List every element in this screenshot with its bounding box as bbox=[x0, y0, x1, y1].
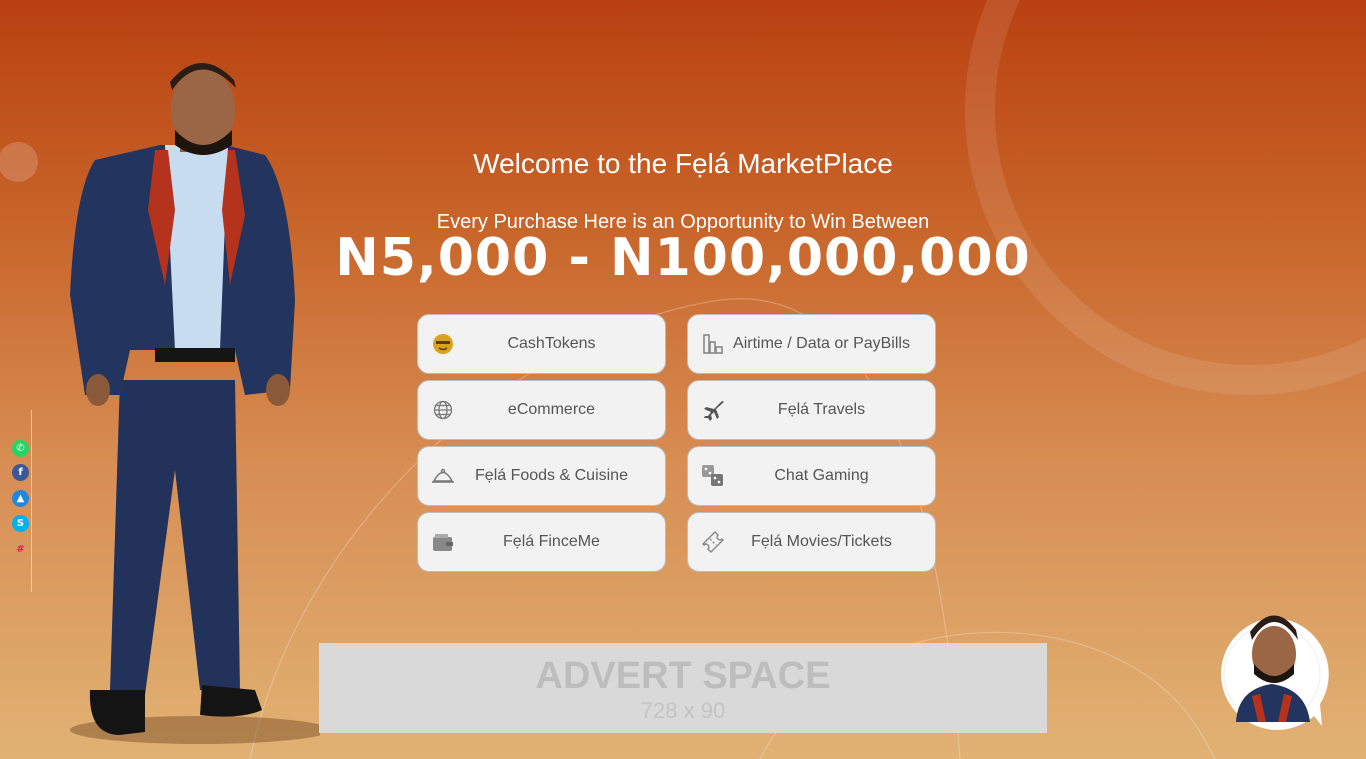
skype-icon[interactable]: S bbox=[12, 515, 29, 532]
globe-icon bbox=[430, 397, 456, 423]
tile-airtime-data-paybills[interactable]: Airtime / Data or PayBills bbox=[687, 314, 936, 374]
food-cloche-icon bbox=[430, 463, 456, 489]
advert-space[interactable]: ADVERT SPACE 728 x 90 bbox=[319, 643, 1047, 733]
appstore-icon[interactable]: ▲ bbox=[12, 490, 29, 507]
airplane-icon bbox=[700, 397, 726, 423]
service-grid: CashTokens Airtime / Data or PayBills eC… bbox=[417, 314, 937, 574]
social-share-bar: ✆ f ▲ S # bbox=[10, 410, 32, 592]
bar-chart-icon bbox=[700, 331, 726, 357]
tile-fela-travels[interactable]: Fẹlá Travels bbox=[687, 380, 936, 440]
tile-ecommerce[interactable]: eCommerce bbox=[417, 380, 666, 440]
page-title: Welcome to the Fẹlá MarketPlace bbox=[473, 148, 893, 179]
advert-size: 728 x 90 bbox=[640, 698, 726, 723]
tile-fela-movies-tickets[interactable]: Fẹlá Movies/Tickets bbox=[687, 512, 936, 572]
ticket-icon bbox=[700, 529, 726, 555]
wallet-icon bbox=[430, 529, 456, 555]
tile-fela-foods-cuisine[interactable]: Fẹlá Foods & Cuisine bbox=[417, 446, 666, 506]
whatsapp-icon[interactable]: ✆ bbox=[12, 440, 29, 457]
slack-icon[interactable]: # bbox=[12, 541, 29, 558]
cashtoken-coin-icon bbox=[430, 331, 456, 357]
dice-icon bbox=[700, 463, 726, 489]
tile-cashtokens[interactable]: CashTokens bbox=[417, 314, 666, 374]
advert-title: ADVERT SPACE bbox=[535, 655, 831, 697]
facebook-icon[interactable]: f bbox=[12, 464, 29, 481]
prize-range: N5,000 - N100,000,000 bbox=[335, 228, 1031, 288]
tile-fela-finceme[interactable]: Fẹlá FinceMe bbox=[417, 512, 666, 572]
chat-assistant-avatar[interactable] bbox=[1214, 604, 1336, 734]
tile-chat-gaming[interactable]: Chat Gaming bbox=[687, 446, 936, 506]
